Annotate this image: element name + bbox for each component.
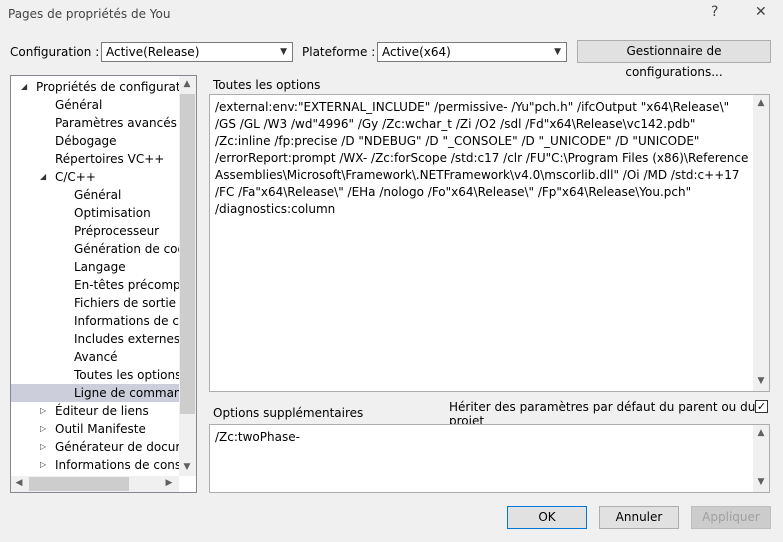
all-options-text: /external:env:"EXTERNAL_INCLUDE" /permis… <box>215 100 753 216</box>
all-options-label: Toutes les options <box>213 78 321 92</box>
chevron-down-icon: ▼ <box>554 47 561 57</box>
inherit-checkbox[interactable]: ✓ <box>755 400 768 413</box>
expand-arrow-icon[interactable]: ▷ <box>40 420 46 438</box>
tree-item[interactable]: Optimisation <box>11 204 179 222</box>
scroll-down-icon[interactable]: ▼ <box>753 376 769 386</box>
tree-item[interactable]: ▷ Générateur de documents XML <box>11 438 179 456</box>
tree-item-label: Répertoires VC++ <box>55 152 165 166</box>
tree-item-label: Optimisation <box>74 206 151 220</box>
tree-item[interactable]: ▷ Outil Manifeste <box>11 420 179 438</box>
collapse-arrow-icon[interactable]: ◢ <box>40 168 46 186</box>
tree-item[interactable]: Toutes les options <box>11 366 179 384</box>
scroll-up-icon[interactable]: ▲ <box>179 79 195 89</box>
configuration-select[interactable]: Active(Release) ▼ <box>101 42 293 62</box>
platform-label: Plateforme : <box>302 45 376 59</box>
scroll-down-icon[interactable]: ▼ <box>753 477 769 487</box>
chevron-down-icon: ▼ <box>280 47 287 57</box>
tree-item[interactable]: Répertoires VC++ <box>11 150 179 168</box>
tree-item-label: Propriétés de configuration <box>36 80 179 94</box>
cancel-button[interactable]: Annuler <box>599 506 679 529</box>
tree-item-label: Informations de consultation <box>74 314 179 328</box>
expand-arrow-icon[interactable]: ▷ <box>40 438 46 456</box>
all-options-textbox[interactable]: /external:env:"EXTERNAL_INCLUDE" /permis… <box>209 94 770 392</box>
window-title: Pages de propriétés de You <box>8 7 171 21</box>
tree-item-label: Informations de consultation <box>55 458 179 472</box>
additional-options-label: Options supplémentaires <box>213 406 364 420</box>
expand-arrow-icon[interactable]: ▷ <box>40 402 46 420</box>
scroll-down-icon[interactable]: ▼ <box>179 462 195 472</box>
configuration-manager-button[interactable]: Gestionnaire de configurations... <box>577 40 771 79</box>
tree-item[interactable]: ◢ Propriétés de configuration <box>11 78 179 96</box>
tree-item-label: Avancé <box>74 350 118 364</box>
tree-item-label: Fichiers de sortie <box>74 296 177 310</box>
scroll-left-icon[interactable]: ◀ <box>11 478 27 488</box>
additional-vertical-scrollbar[interactable]: ▲ ▼ <box>753 425 769 492</box>
tree-item-label: Includes externes <box>74 332 179 346</box>
tree-item-label: Langage <box>74 260 126 274</box>
tree-item-label: Générateur de documents XML <box>55 440 179 454</box>
tree-item-label: Débogage <box>55 134 117 148</box>
tree-item-label: Ligne de commande <box>74 386 179 400</box>
tree-item[interactable]: ▷ Éditeur de liens <box>11 402 179 420</box>
property-tree[interactable]: ▷ Informations de consultation ▷ Générateur… <box>10 75 197 493</box>
close-button[interactable]: ✕ <box>755 4 767 20</box>
tree-item[interactable]: Préprocesseur <box>11 222 179 240</box>
scroll-right-icon[interactable]: ▶ <box>161 478 177 488</box>
tree-item[interactable]: ▷ Informations de consultation <box>11 456 179 474</box>
tree-item-label: Général <box>74 188 122 202</box>
help-button[interactable]: ? <box>711 4 718 20</box>
scrollbar-thumb[interactable] <box>29 477 129 491</box>
tree-item[interactable]: Ligne de commande <box>11 384 179 402</box>
scrollbar-thumb[interactable] <box>180 94 195 414</box>
scroll-up-icon[interactable]: ▲ <box>753 98 769 108</box>
tree-item-label: Éditeur de liens <box>55 404 149 418</box>
tree-item-label: C/C++ <box>55 170 96 184</box>
configuration-value: Active(Release) <box>106 45 200 59</box>
tree-item[interactable]: Includes externes <box>11 330 179 348</box>
tree-item[interactable]: Avancé <box>11 348 179 366</box>
tree-vertical-scrollbar[interactable]: ▲ ▼ <box>179 76 196 476</box>
tree-item-label: En-têtes précompilés <box>74 278 179 292</box>
configuration-label: Configuration : <box>10 45 100 59</box>
tree-item[interactable]: Général <box>11 186 179 204</box>
scroll-up-icon[interactable]: ▲ <box>753 428 769 438</box>
tree-item[interactable]: Génération de code <box>11 240 179 258</box>
tree-item[interactable]: ◢ C/C++ <box>11 168 179 186</box>
tree-item[interactable]: Débogage <box>11 132 179 150</box>
platform-select[interactable]: Active(x64) ▼ <box>377 42 567 62</box>
expand-arrow-icon[interactable]: ▷ <box>40 456 46 474</box>
tree-item-label: Paramètres avancés <box>55 116 177 130</box>
tree-item-label: Génération de code <box>74 242 179 256</box>
tree-item-label: Préprocesseur <box>74 224 160 238</box>
ok-button[interactable]: OK <box>507 506 587 529</box>
tree-item[interactable]: Informations de consultation <box>11 312 179 330</box>
tree-item[interactable]: En-têtes précompilés <box>11 276 179 294</box>
collapse-arrow-icon[interactable]: ◢ <box>21 78 27 96</box>
tree-item[interactable]: Paramètres avancés <box>11 114 179 132</box>
tree-item[interactable]: Général <box>11 96 179 114</box>
apply-button[interactable]: Appliquer <box>691 506 771 529</box>
platform-value: Active(x64) <box>382 45 451 59</box>
tree-horizontal-scrollbar[interactable]: ◀ ▶ <box>11 476 179 492</box>
tree-item-label: Toutes les options <box>74 368 179 382</box>
options-vertical-scrollbar[interactable]: ▲ ▼ <box>753 95 769 391</box>
additional-options-text: /Zc:twoPhase- <box>215 430 300 444</box>
tree-item[interactable]: Fichiers de sortie <box>11 294 179 312</box>
additional-options-textbox[interactable]: /Zc:twoPhase- ▲ ▼ <box>209 424 770 493</box>
tree-item-label: Général <box>55 98 103 112</box>
tree-item-label: Outil Manifeste <box>55 422 146 436</box>
tree-item[interactable]: Langage <box>11 258 179 276</box>
